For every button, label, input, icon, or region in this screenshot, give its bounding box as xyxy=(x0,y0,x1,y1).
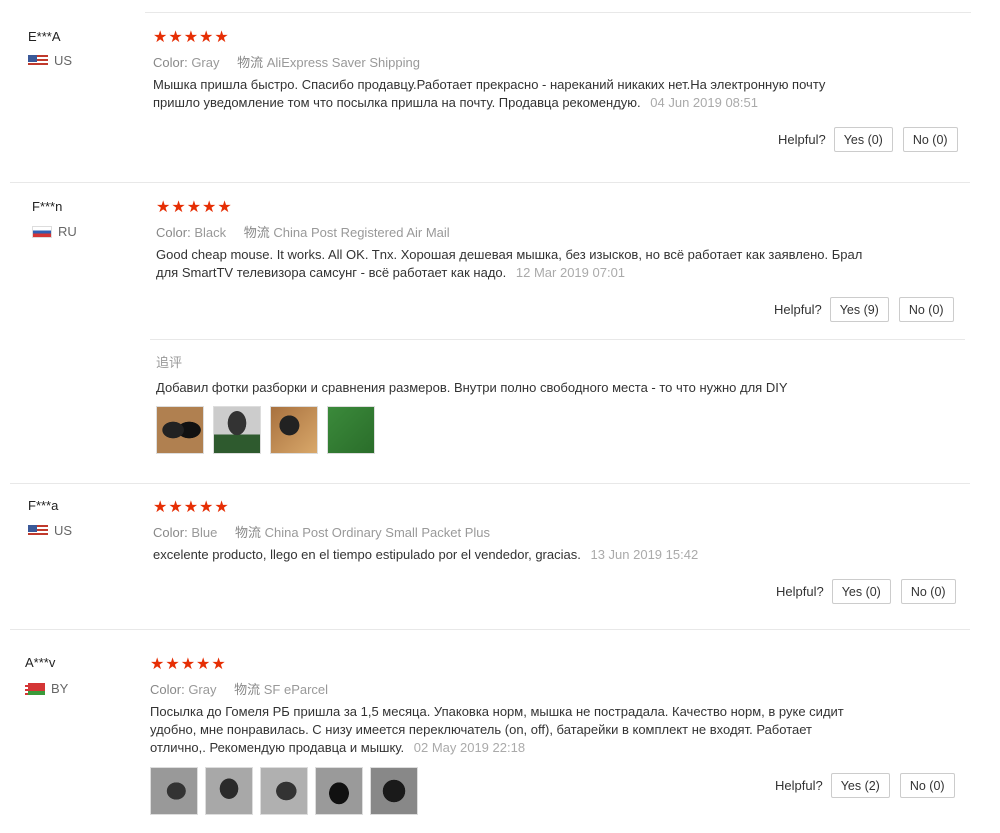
reviewer-name: E***A xyxy=(28,29,61,44)
reviewer-country: BY xyxy=(25,681,68,696)
review-photo-thumbnail[interactable] xyxy=(315,767,363,815)
color-value: Black xyxy=(194,225,227,240)
review-photo-thumbnail[interactable] xyxy=(156,406,204,454)
reviewer-name: F***n xyxy=(32,199,63,214)
divider xyxy=(10,629,970,630)
reviewer-country: US xyxy=(28,523,72,538)
review-photo-thumbnail[interactable] xyxy=(260,767,308,815)
review-photo-thumbnail[interactable] xyxy=(213,406,261,454)
review-body: excelente producto, llego en el tiempo e… xyxy=(153,547,581,562)
country-code: RU xyxy=(58,224,77,239)
review-photo-thumbnail[interactable] xyxy=(205,767,253,815)
order-info: Color: Gray 物流 SF eParcel xyxy=(150,679,342,698)
color-label: Color: xyxy=(150,682,185,697)
helpful-yes-button[interactable]: Yes (2) xyxy=(830,773,890,798)
star-rating: ★★★★★ xyxy=(150,656,227,673)
reviewer-name: A***v xyxy=(25,655,56,670)
review-body: Good cheap mouse. It works. All OK. Tnx.… xyxy=(156,247,863,280)
color-label: Color: xyxy=(153,55,188,70)
helpful-yes-button[interactable]: Yes (0) xyxy=(831,579,891,604)
helpful-no-button[interactable]: No (0) xyxy=(902,127,958,152)
reviewer-name: F***a xyxy=(28,498,59,513)
divider xyxy=(150,339,965,340)
divider xyxy=(10,182,970,183)
helpful-controls: Helpful? Yes (0) No (0) xyxy=(776,579,956,604)
color-value: Gray xyxy=(188,682,217,697)
followup-text: Добавил фотки разборки и сравнения разме… xyxy=(156,380,788,395)
review-text: Мышка пришла быстро. Спасибо продавцу.Ра… xyxy=(153,76,873,112)
helpful-yes-button[interactable]: Yes (0) xyxy=(833,127,893,152)
review-text: Good cheap mouse. It works. All OK. Tnx.… xyxy=(156,246,876,282)
reviewer-country: US xyxy=(28,53,72,68)
review-date: 02 May 2019 22:18 xyxy=(413,740,526,755)
helpful-controls: Helpful? Yes (0) No (0) xyxy=(778,127,958,152)
country-code: US xyxy=(54,53,73,68)
shipping-value: SF eParcel xyxy=(263,682,329,697)
country-code: BY xyxy=(51,681,69,696)
helpful-label: Helpful? xyxy=(774,302,822,317)
followup-photos xyxy=(156,406,375,454)
shipping-value: China Post Registered Air Mail xyxy=(273,225,450,240)
review-photo-thumbnail[interactable] xyxy=(150,767,198,815)
order-info: Color: Black 物流 China Post Registered Ai… xyxy=(156,222,464,241)
helpful-no-button[interactable]: No (0) xyxy=(898,297,954,322)
review-date: 13 Jun 2019 15:42 xyxy=(590,547,699,562)
divider xyxy=(145,12,971,13)
followup-label: 追评 xyxy=(156,355,183,370)
review-photos xyxy=(150,767,418,815)
reviewer-country: RU xyxy=(32,224,77,239)
review-date: 12 Mar 2019 07:01 xyxy=(515,265,626,280)
helpful-no-button[interactable]: No (0) xyxy=(900,579,956,604)
review-date: 04 Jun 2019 08:51 xyxy=(650,95,758,110)
divider xyxy=(10,483,970,484)
star-rating: ★★★★★ xyxy=(153,499,230,516)
shipping-label: 物流 xyxy=(237,55,264,70)
helpful-controls: Helpful? Yes (9) No (0) xyxy=(774,297,954,322)
review-photo-thumbnail[interactable] xyxy=(270,406,318,454)
country-code: US xyxy=(54,523,73,538)
us-flag-icon xyxy=(28,54,48,67)
helpful-yes-button[interactable]: Yes (9) xyxy=(829,297,889,322)
ru-flag-icon xyxy=(32,225,52,238)
color-value: Gray xyxy=(191,55,220,70)
by-flag-icon xyxy=(25,682,45,695)
shipping-label: 物流 xyxy=(234,682,261,697)
shipping-value: AliExpress Saver Shipping xyxy=(266,55,420,70)
star-rating: ★★★★★ xyxy=(153,29,230,46)
star-rating: ★★★★★ xyxy=(156,199,233,216)
review-photo-thumbnail[interactable] xyxy=(327,406,375,454)
helpful-controls: Helpful? Yes (2) No (0) xyxy=(775,773,955,798)
us-flag-icon xyxy=(28,524,48,537)
order-info: Color: Blue 物流 China Post Ordinary Small… xyxy=(153,522,504,541)
review-photo-thumbnail[interactable] xyxy=(370,767,418,815)
shipping-value: China Post Ordinary Small Packet Plus xyxy=(264,525,491,540)
shipping-label: 物流 xyxy=(234,525,261,540)
helpful-no-button[interactable]: No (0) xyxy=(899,773,955,798)
order-info: Color: Gray 物流 AliExpress Saver Shipping xyxy=(153,52,434,71)
helpful-label: Helpful? xyxy=(778,132,826,147)
review-text: Посылка до Гомеля РБ пришла за 1,5 месяц… xyxy=(150,703,870,757)
helpful-label: Helpful? xyxy=(776,584,824,599)
color-value: Blue xyxy=(191,525,218,540)
review-text: excelente producto, llego en el tiempo e… xyxy=(153,546,873,564)
color-label: Color: xyxy=(156,225,191,240)
color-label: Color: xyxy=(153,525,188,540)
helpful-label: Helpful? xyxy=(775,778,823,793)
shipping-label: 物流 xyxy=(243,225,270,240)
